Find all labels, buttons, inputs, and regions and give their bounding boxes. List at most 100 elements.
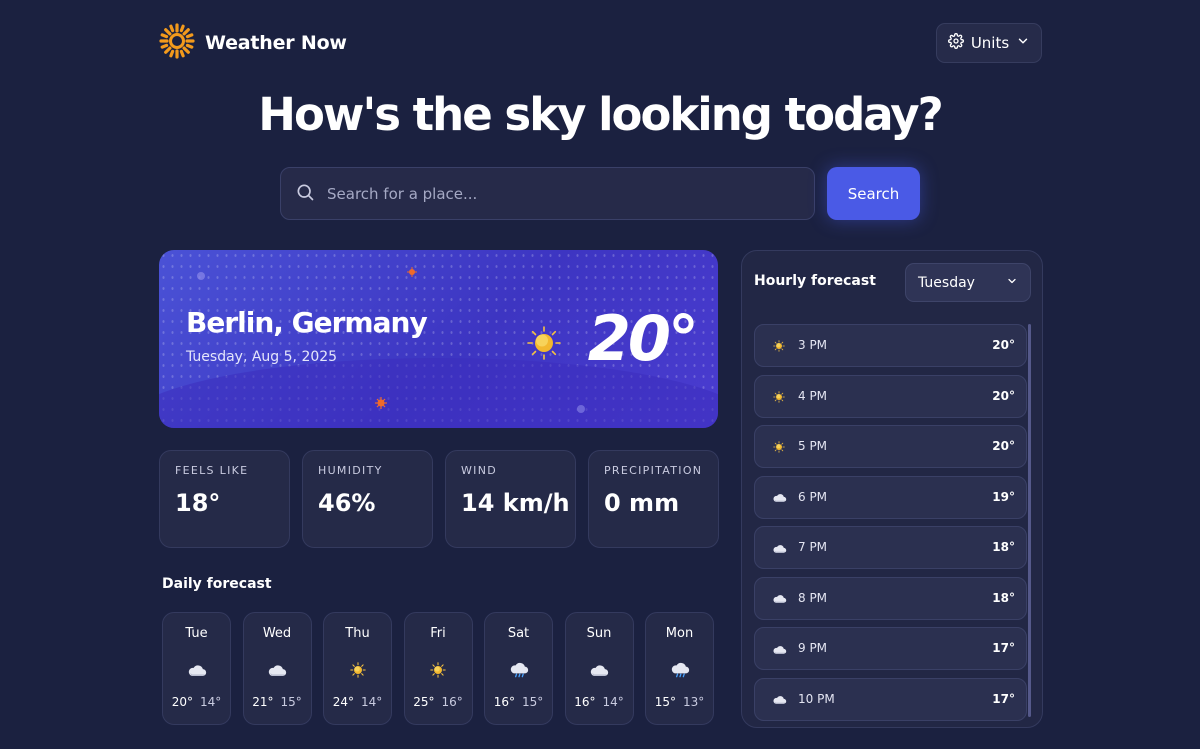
chevron-down-icon [1016, 34, 1030, 52]
day-temperatures: 15° 13° [646, 695, 713, 709]
current-temperature: 20° [587, 302, 699, 375]
stat-card-humidity: HUMIDITY 46% [302, 450, 433, 548]
day-low: 13° [683, 695, 705, 709]
hour-row[interactable]: 3 PM 20° [754, 324, 1027, 367]
rain-cloud-icon [669, 661, 691, 679]
star-icon [407, 262, 417, 281]
star-icon [375, 394, 387, 413]
sun-icon [771, 389, 787, 405]
search-box[interactable] [280, 167, 815, 220]
day-name: Mon [665, 626, 694, 641]
hour-time: 10 PM [798, 691, 835, 706]
cloud-icon [771, 490, 787, 506]
daily-forecast-title: Daily forecast [162, 576, 272, 592]
hour-time: 3 PM [798, 338, 828, 352]
gear-icon [947, 33, 964, 53]
search-input[interactable] [327, 184, 787, 203]
units-label: Units [970, 34, 1010, 52]
day-temperatures: 16° 14° [566, 695, 633, 709]
search-button[interactable]: Search [827, 167, 920, 220]
day-low: 15° [522, 695, 544, 709]
stat-value: 14 km/h [461, 489, 570, 517]
day-card-fri[interactable]: Fri 25° 16° [403, 612, 473, 725]
hour-time: 8 PM [798, 590, 828, 605]
hour-temperature: 18° [992, 540, 1015, 554]
hour-row[interactable]: 4 PM 20° [754, 374, 1027, 418]
day-high: 16° [574, 695, 596, 709]
hour-time: 6 PM [798, 489, 828, 504]
sun-icon [427, 661, 449, 679]
day-card-tue[interactable]: Tue 20° 14° [162, 612, 231, 725]
day-name: Thu [345, 626, 370, 641]
day-low: 14° [361, 695, 383, 709]
hourly-forecast-title: Hourly forecast [754, 273, 876, 289]
hour-row[interactable]: 5 PM 20° [754, 425, 1027, 468]
day-card-sat[interactable]: Sat 16° 15° [484, 612, 553, 725]
stat-label: WIND [461, 464, 498, 477]
day-card-mon[interactable]: Mon 15° 13° [645, 612, 714, 725]
city-name: Berlin, Germany [186, 306, 428, 339]
sparkle-icon [195, 267, 207, 286]
day-high: 24° [332, 695, 354, 709]
hour-temperature: 20° [992, 338, 1015, 352]
day-low: 15° [280, 695, 302, 709]
day-name: Sun [586, 626, 612, 641]
units-button[interactable]: Units [936, 23, 1042, 63]
cloud-icon [771, 641, 787, 657]
cloud-icon [266, 661, 288, 679]
hour-temperature: 20° [992, 439, 1015, 453]
hourly-forecast-panel: Hourly forecast Tuesday 3 PM 20° 4 PM 20° 5 … [741, 250, 1043, 728]
hourly-scrollbar[interactable] [1028, 324, 1031, 717]
day-high: 15° [654, 695, 676, 709]
stat-label: PRECIPITATION [604, 464, 703, 477]
cloud-icon [771, 692, 787, 708]
day-name: Sat [507, 626, 530, 641]
hour-temperature: 19° [992, 489, 1015, 504]
sparkle-icon [575, 400, 587, 419]
page-title: How's the sky looking today? [258, 88, 943, 141]
hour-row[interactable]: 9 PM 17° [754, 627, 1027, 670]
sun-logo-icon [158, 22, 196, 64]
stat-value: 0 mm [604, 489, 680, 517]
brand-name: Weather Now [205, 32, 347, 54]
current-weather-card: Berlin, Germany Tuesday, Aug 5, 2025 20° [159, 250, 718, 428]
current-date: Tuesday, Aug 5, 2025 [186, 349, 338, 365]
cloud-icon [588, 661, 610, 679]
stat-card-wind: WIND 14 km/h [445, 450, 576, 548]
hour-temperature: 18° [992, 590, 1015, 605]
day-name: Wed [262, 626, 292, 641]
stat-value: 46% [318, 489, 376, 517]
day-temperatures: 20° 14° [163, 695, 230, 709]
brand[interactable]: Weather Now [158, 22, 347, 64]
day-high: 25° [413, 695, 435, 709]
sun-icon [771, 439, 787, 455]
day-temperatures: 24° 14° [324, 695, 391, 709]
day-temperatures: 25° 16° [405, 695, 472, 709]
day-card-thu[interactable]: Thu 24° 14° [323, 612, 392, 725]
day-high: 20° [171, 695, 193, 709]
cloud-icon [771, 540, 787, 556]
hour-time: 7 PM [798, 540, 828, 554]
day-low: 16° [441, 695, 463, 709]
stat-card-feels-like: FEELS LIKE 18° [159, 450, 290, 548]
hour-row[interactable]: 7 PM 18° [754, 526, 1027, 569]
chevron-down-icon [1006, 275, 1018, 291]
hour-row[interactable]: 8 PM 18° [754, 576, 1027, 620]
stat-card-precipitation: PRECIPITATION 0 mm [588, 450, 719, 548]
day-low: 14° [602, 695, 624, 709]
hour-time: 5 PM [798, 439, 828, 453]
hour-row[interactable]: 10 PM 17° [754, 677, 1027, 721]
cloud-icon [771, 591, 787, 607]
hour-temperature: 17° [992, 641, 1015, 655]
day-card-sun[interactable]: Sun 16° 14° [564, 612, 634, 725]
hour-time: 9 PM [798, 641, 828, 655]
day-name: Fri [430, 626, 446, 641]
day-low: 14° [200, 695, 222, 709]
stat-label: HUMIDITY [318, 464, 383, 477]
day-select[interactable]: Tuesday [905, 263, 1031, 302]
sun-icon [771, 338, 787, 354]
day-name: Tue [185, 626, 208, 641]
day-temperatures: 21° 15° [244, 695, 311, 709]
day-card-wed[interactable]: Wed 21° 15° [242, 612, 312, 725]
hour-row[interactable]: 6 PM 19° [754, 475, 1027, 519]
